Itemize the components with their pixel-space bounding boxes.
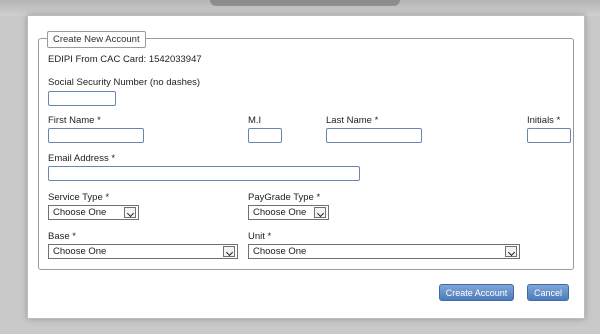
chevron-down-icon [314,207,326,218]
create-account-dialog: Create New Account EDIPI From CAC Card: … [27,15,585,319]
chevron-down-icon [124,207,136,218]
service-type-select[interactable]: Choose One [48,205,139,220]
service-type-label: Service Type * [48,192,110,203]
edipi-row: EDIPI From CAC Card: 1542033947 [48,54,202,65]
base-label: Base * [48,231,76,242]
base-select[interactable]: Choose One [48,244,238,259]
ssn-input[interactable] [48,91,116,106]
email-input[interactable] [48,166,360,181]
last-name-label: Last Name * [326,115,379,126]
first-name-input[interactable] [48,128,144,143]
unit-value: Choose One [253,246,307,257]
ssn-label: Social Security Number (no dashes) [48,77,201,88]
unit-select[interactable]: Choose One [248,244,520,259]
email-label: Email Address * [48,153,116,164]
paygrade-value: Choose One [253,207,307,218]
cancel-button[interactable]: Cancel [527,284,569,301]
chevron-down-icon [505,246,517,257]
last-name-input[interactable] [326,128,422,143]
initials-label: Initials * [527,115,561,126]
initials-input[interactable] [527,128,571,143]
paygrade-select[interactable]: Choose One [248,205,329,220]
paygrade-label: PayGrade Type * [248,192,321,203]
mi-input[interactable] [248,128,282,143]
fieldset-legend: Create New Account [47,31,146,48]
chevron-down-icon [223,246,235,257]
unit-label: Unit * [248,231,272,242]
mi-label: M.I [248,115,262,126]
background-header [0,0,600,16]
edipi-value: 1542033947 [148,54,202,65]
first-name-label: First Name * [48,115,101,126]
create-account-button[interactable]: Create Account [439,284,514,301]
base-value: Choose One [53,246,107,257]
edipi-label: EDIPI From CAC Card: [48,54,147,65]
service-type-value: Choose One [53,207,107,218]
create-account-fieldset: Create New Account EDIPI From CAC Card: … [38,31,574,270]
